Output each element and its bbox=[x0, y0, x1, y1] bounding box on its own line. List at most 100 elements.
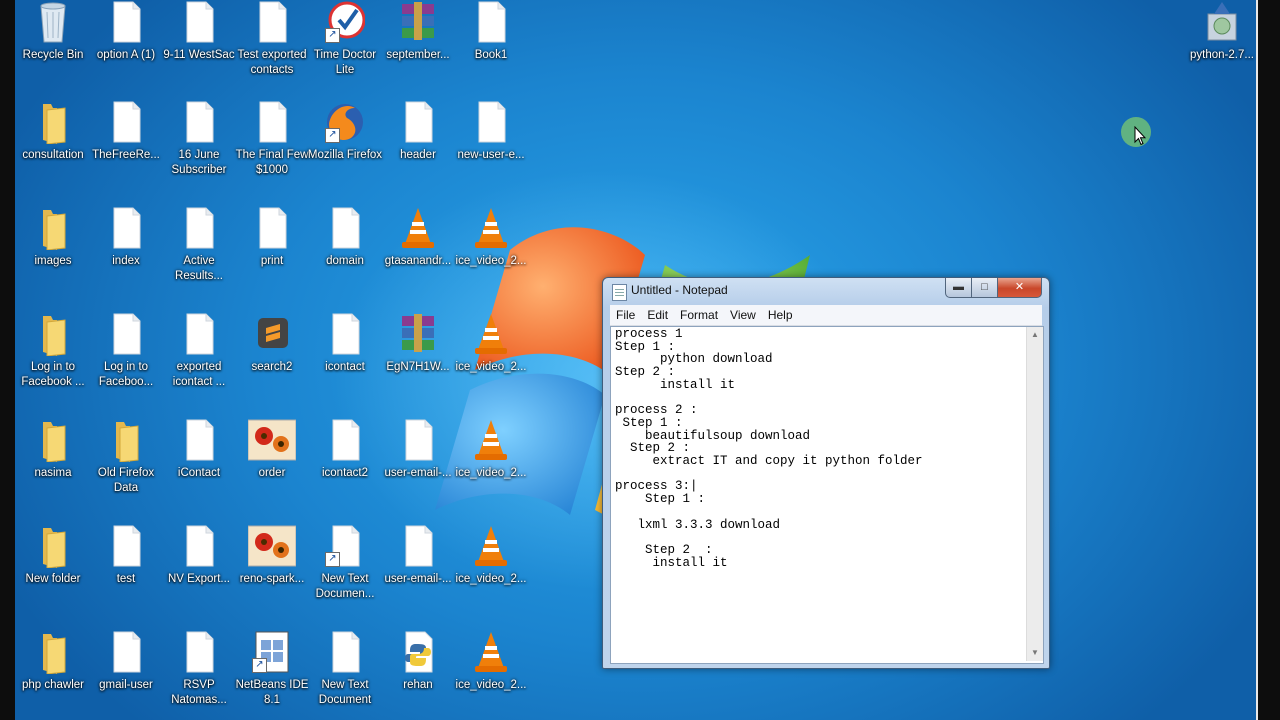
desktop-icon-document[interactable]: Active Results... bbox=[160, 206, 238, 306]
desktop-icon-folder[interactable]: Old Firefox Data bbox=[87, 418, 165, 518]
minimize-button[interactable]: ▬ bbox=[945, 278, 972, 298]
desktop-icon-document[interactable]: iContact bbox=[160, 418, 238, 518]
desktop-icon-document[interactable]: Test exported contacts bbox=[233, 0, 311, 100]
shortcut-arrow-icon: ↗ bbox=[325, 552, 340, 567]
desktop-icon-installer[interactable]: python-2.7... bbox=[1183, 0, 1261, 100]
desktop-icon-document[interactable]: New Text Document bbox=[306, 630, 384, 720]
desktop-icon-document[interactable]: new-user-e... bbox=[452, 100, 530, 200]
document-icon bbox=[325, 418, 365, 462]
desktop-icon-document[interactable]: domain bbox=[306, 206, 384, 306]
desktop-icon-winrar[interactable]: september... bbox=[379, 0, 457, 100]
desktop-icon-label: index bbox=[112, 255, 140, 267]
desktop-icon-winrar[interactable]: EgN7H1W... bbox=[379, 312, 457, 412]
desktop-icon-document[interactable]: gmail-user bbox=[87, 630, 165, 720]
desktop-icon-document[interactable]: user-email-... bbox=[379, 524, 457, 624]
desktop-icon-label: ice_video_2... bbox=[455, 679, 527, 691]
desktop-icon-label: EgN7H1W... bbox=[386, 361, 450, 373]
desktop-icon-recycle-bin[interactable]: Recycle Bin bbox=[14, 0, 92, 100]
desktop-icon-label: 9-11 WestSac bbox=[163, 49, 235, 61]
document-icon bbox=[398, 100, 438, 144]
document-icon bbox=[106, 0, 146, 44]
sublime-icon bbox=[252, 312, 292, 356]
maximize-button[interactable]: □ bbox=[971, 278, 998, 298]
desktop-icon-document[interactable]: Book1 bbox=[452, 0, 530, 100]
desktop-icon-vlc[interactable]: gtasanandr... bbox=[379, 206, 457, 306]
desktop-icon-folder[interactable]: images bbox=[14, 206, 92, 306]
desktop-icon-label: gtasanandr... bbox=[384, 255, 452, 267]
desktop-icon-vlc[interactable]: ice_video_2... bbox=[452, 418, 530, 518]
desktop-icon-label: Recycle Bin bbox=[22, 49, 84, 61]
document-icon bbox=[179, 0, 219, 44]
desktop-icon-document[interactable]: option A (1) bbox=[87, 0, 165, 100]
vlc-icon bbox=[398, 206, 438, 250]
desktop-icon-python[interactable]: rehan bbox=[379, 630, 457, 720]
desktop-icon-sublime[interactable]: search2 bbox=[233, 312, 311, 412]
close-button[interactable]: ✕ bbox=[997, 278, 1042, 298]
desktop-icon-document[interactable]: Log in to Faceboo... bbox=[87, 312, 165, 412]
desktop-icon-folder[interactable]: Log in to Facebook ... bbox=[14, 312, 92, 412]
desktop-icon-document[interactable]: ↗ New Text Documen... bbox=[306, 524, 384, 624]
desktop-icon-document[interactable]: user-email-... bbox=[379, 418, 457, 518]
folder-icon bbox=[106, 418, 146, 463]
menu-view[interactable]: View bbox=[724, 305, 762, 325]
folder-icon bbox=[33, 206, 73, 251]
desktop-icon-folder[interactable]: nasima bbox=[14, 418, 92, 518]
desktop-icon-document[interactable]: 16 June Subscriber bbox=[160, 100, 238, 200]
desktop-icon-vlc[interactable]: ice_video_2... bbox=[452, 206, 530, 306]
desktop-icon-vlc[interactable]: ice_video_2... bbox=[452, 630, 530, 720]
desktop-icon-document[interactable]: index bbox=[87, 206, 165, 306]
notepad-icon bbox=[612, 284, 627, 301]
desktop-icon-document[interactable]: 9-11 WestSac bbox=[160, 0, 238, 100]
desktop-icon-document[interactable]: icontact bbox=[306, 312, 384, 412]
desktop-icon-document[interactable]: NV Export... bbox=[160, 524, 238, 624]
desktop-icon-label: The Final Few $1000 bbox=[235, 149, 309, 176]
desktop-icon-folder[interactable]: New folder bbox=[14, 524, 92, 624]
installer-icon bbox=[1202, 0, 1242, 44]
desktop-icon-label: NV Export... bbox=[168, 573, 230, 585]
desktop-icon-document[interactable]: exported icontact ... bbox=[160, 312, 238, 412]
desktop-icon-document[interactable]: icontact2 bbox=[306, 418, 384, 518]
desktop-icon-folder[interactable]: consultation bbox=[14, 100, 92, 200]
menu-help[interactable]: Help bbox=[762, 305, 799, 325]
document-icon bbox=[179, 100, 219, 144]
vertical-scrollbar[interactable]: ▲ ▼ bbox=[1026, 327, 1043, 661]
desktop-icon-flower[interactable]: reno-spark... bbox=[233, 524, 311, 624]
menu-edit[interactable]: Edit bbox=[641, 305, 674, 325]
desktop-icon-document[interactable]: header bbox=[379, 100, 457, 200]
document-icon bbox=[252, 206, 292, 250]
document-icon bbox=[325, 630, 365, 674]
shortcut-arrow-icon: ↗ bbox=[325, 128, 340, 143]
document-icon bbox=[179, 312, 219, 356]
desktop-icon-netbeans[interactable]: ↗ NetBeans IDE 8.1 bbox=[233, 630, 311, 720]
desktop-icon-firefox[interactable]: ↗ Mozilla Firefox bbox=[306, 100, 384, 200]
menu-format[interactable]: Format bbox=[674, 305, 724, 325]
desktop-icon-label: New Text Document bbox=[318, 679, 372, 706]
menu-file[interactable]: File bbox=[610, 305, 641, 325]
scroll-down-arrow-icon[interactable]: ▼ bbox=[1027, 645, 1043, 661]
desktop-icon-label: print bbox=[260, 255, 284, 267]
notepad-window[interactable]: Untitled - Notepad ▬ □ ✕ File Edit Format V… bbox=[602, 277, 1050, 669]
desktop-icon-label: php chawler bbox=[21, 679, 84, 691]
text-editor[interactable]: process 1 Step 1 : python download Step … bbox=[613, 327, 1029, 663]
desktop-icon-document[interactable]: test bbox=[87, 524, 165, 624]
desktop-icon-vlc[interactable]: ice_video_2... bbox=[452, 312, 530, 412]
flower-icon bbox=[247, 524, 297, 568]
desktop-icon-time-doctor[interactable]: ↗ Time Doctor Lite bbox=[306, 0, 384, 100]
desktop-icon-folder[interactable]: php chawler bbox=[14, 630, 92, 720]
menu-bar: File Edit Format View Help bbox=[610, 305, 1042, 326]
vlc-icon bbox=[471, 630, 511, 674]
desktop-icon-label: Log in to Faceboo... bbox=[98, 361, 154, 388]
desktop-icon-label: user-email-... bbox=[384, 467, 452, 479]
desktop-icon-document[interactable]: The Final Few $1000 bbox=[233, 100, 311, 200]
desktop-icon-document[interactable]: RSVP Natomas... bbox=[160, 630, 238, 720]
desktop-icon-label: icontact bbox=[325, 361, 365, 373]
desktop-icon-document[interactable]: TheFreeRe... bbox=[87, 100, 165, 200]
desktop-icon-vlc[interactable]: ice_video_2... bbox=[452, 524, 530, 624]
desktop-icon-label: Active Results... bbox=[175, 255, 223, 282]
desktop-icon-document[interactable]: print bbox=[233, 206, 311, 306]
desktop-icon-flower[interactable]: order bbox=[233, 418, 311, 518]
scroll-up-arrow-icon[interactable]: ▲ bbox=[1027, 327, 1043, 343]
python-icon bbox=[398, 630, 438, 674]
vlc-icon bbox=[471, 312, 511, 356]
folder-icon bbox=[33, 524, 73, 569]
